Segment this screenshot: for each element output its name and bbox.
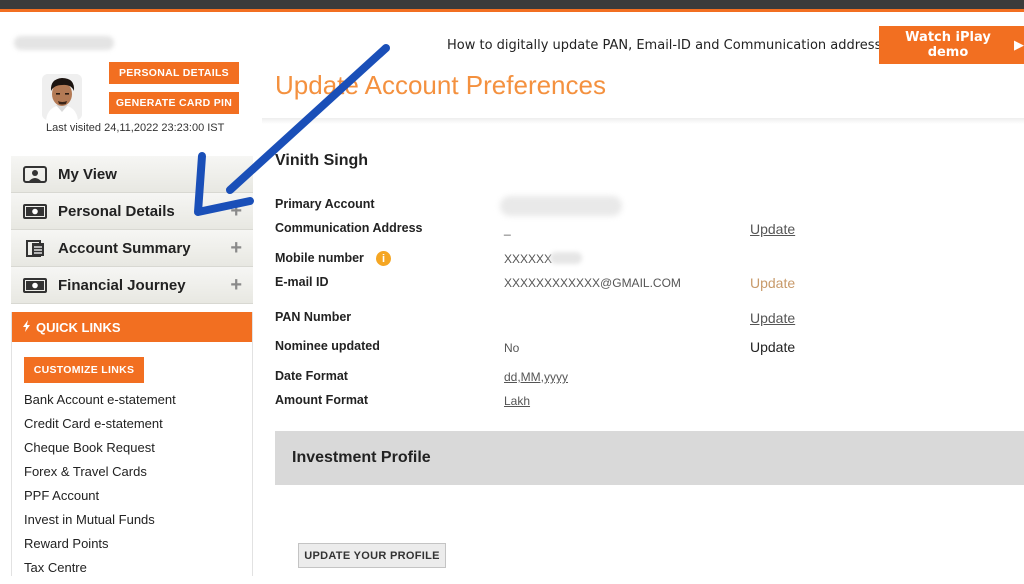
- mobile-number-value: XXXXXX: [504, 252, 553, 266]
- quick-link-item[interactable]: Credit Card e-statement: [24, 416, 176, 440]
- customer-name: Vinith Singh: [275, 152, 369, 169]
- personal-details-button[interactable]: PERSONAL DETAILS: [109, 62, 239, 84]
- quick-links-header: QUICK LINKS: [12, 312, 252, 342]
- play-icon: ▶: [1014, 37, 1024, 53]
- email-value: XXXXXXXXXXXX@GMAIL.COM: [504, 276, 681, 290]
- quick-link-item[interactable]: PPF Account: [24, 488, 176, 512]
- update-nominee-link[interactable]: Update: [750, 339, 795, 355]
- quick-link-item[interactable]: Cheque Book Request: [24, 440, 176, 464]
- help-link[interactable]: How to digitally update PAN, Email-ID an…: [447, 38, 888, 53]
- nominee-value: No: [504, 341, 520, 355]
- redacted-account-number: [500, 196, 622, 216]
- update-your-profile-button[interactable]: UPDATE YOUR PROFILE: [298, 543, 446, 568]
- generate-card-pin-button[interactable]: GENERATE CARD PIN: [109, 92, 239, 114]
- primary-account-label: Primary Account: [275, 197, 375, 211]
- money-card-icon: [23, 277, 47, 294]
- customize-links-button[interactable]: CUSTOMIZE LINKS: [24, 357, 144, 383]
- title-divider: [262, 118, 1024, 124]
- expand-plus-icon[interactable]: +: [230, 238, 242, 258]
- money-card-icon: [23, 203, 47, 220]
- sidebar-item-label: Account Summary: [58, 239, 191, 257]
- quick-links-panel: QUICK LINKS CUSTOMIZE LINKS Bank Account…: [11, 312, 253, 576]
- update-pan-link[interactable]: Update: [750, 310, 795, 326]
- sidebar-item-label: My View: [58, 165, 117, 183]
- page-title: Update Account Preferences: [275, 70, 606, 100]
- amount-format-label: Amount Format: [275, 393, 369, 407]
- top-bar: [0, 0, 1024, 12]
- update-email-link[interactable]: Update: [750, 275, 795, 291]
- nominee-label: Nominee updated: [275, 339, 380, 353]
- info-icon[interactable]: i: [376, 251, 391, 266]
- date-format-link[interactable]: dd,MM,yyyy: [504, 370, 568, 384]
- expand-plus-icon[interactable]: +: [230, 201, 242, 221]
- amount-format-link[interactable]: Lakh: [504, 394, 530, 408]
- quick-link-item[interactable]: Reward Points: [24, 536, 176, 560]
- date-format-label: Date Format: [275, 369, 348, 383]
- lightning-bolt-icon: [22, 319, 31, 335]
- quick-link-item[interactable]: Bank Account e-statement: [24, 392, 176, 416]
- quick-links-list: Bank Account e-statement Credit Card e-s…: [24, 392, 176, 584]
- investment-profile-title: Investment Profile: [292, 449, 431, 466]
- quick-links-body: CUSTOMIZE LINKS Bank Account e-statement…: [12, 342, 252, 576]
- quick-link-item[interactable]: Forex & Travel Cards: [24, 464, 176, 488]
- sidebar-item-account-summary[interactable]: Account Summary +: [11, 230, 253, 267]
- quick-link-item[interactable]: Invest in Mutual Funds: [24, 512, 176, 536]
- quick-link-item[interactable]: Tax Centre: [24, 560, 176, 584]
- redacted-username: [14, 36, 114, 50]
- document-stack-icon: [23, 240, 47, 257]
- pan-number-label: PAN Number: [275, 310, 352, 324]
- redacted-mobile-digits: [550, 252, 582, 264]
- sidebar-nav: My View Personal Details + Account Summa…: [11, 156, 253, 304]
- expand-plus-icon[interactable]: +: [230, 275, 242, 295]
- sidebar-item-my-view[interactable]: My View: [11, 156, 253, 193]
- sidebar-item-financial-journey[interactable]: Financial Journey +: [11, 267, 253, 304]
- sidebar-item-personal-details[interactable]: Personal Details +: [11, 193, 253, 230]
- sidebar-item-label: Personal Details: [58, 202, 175, 220]
- sidebar-item-label: Financial Journey: [58, 276, 186, 294]
- person-card-icon: [23, 166, 47, 183]
- watch-button-label: Watch iPlay demo: [905, 30, 991, 60]
- update-communication-link[interactable]: Update: [750, 221, 795, 237]
- mobile-number-label: Mobile number: [275, 251, 364, 265]
- communication-address-label: Communication Address: [275, 221, 423, 235]
- email-label: E-mail ID: [275, 275, 329, 289]
- quick-links-title: QUICK LINKS: [36, 319, 121, 335]
- investment-profile-panel: Investment Profile: [275, 431, 1024, 485]
- last-visited-text: Last visited 24,11,2022 23:23:00 IST: [46, 122, 225, 134]
- avatar: [42, 74, 82, 120]
- communication-address-value: _: [504, 222, 511, 236]
- watch-iplay-demo-button[interactable]: Watch iPlay demo ▶: [879, 26, 1024, 64]
